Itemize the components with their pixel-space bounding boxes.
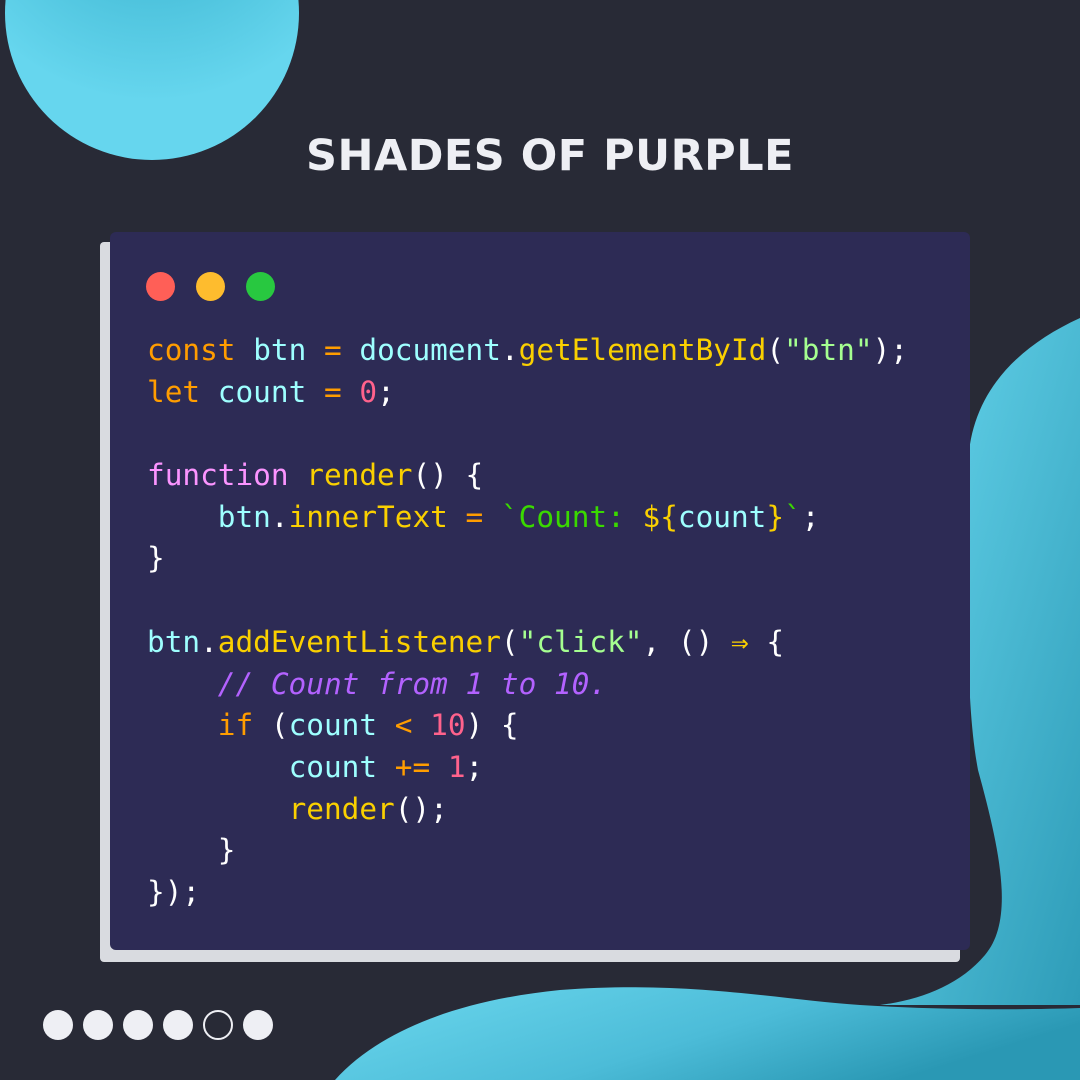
code-token: let	[147, 374, 201, 409]
code-token: ${	[642, 499, 678, 534]
code-token: 0	[359, 374, 378, 409]
code-line: }	[147, 538, 908, 580]
code-token: (	[500, 624, 519, 659]
code-token: );	[872, 333, 908, 367]
code-token: (	[253, 708, 289, 743]
code-line: });	[147, 872, 908, 914]
code-token: 1	[447, 749, 466, 784]
code-line: const btn = document.getElementById("btn…	[147, 330, 908, 372]
code-token: () {	[412, 458, 484, 493]
code-token: const	[147, 333, 236, 367]
page-dot[interactable]	[243, 1010, 273, 1040]
code-token: 10	[430, 708, 466, 743]
code-token: +=	[394, 749, 431, 784]
code-token: count	[217, 374, 307, 409]
code-token: }	[766, 499, 785, 534]
carousel-pagination	[43, 1010, 273, 1040]
code-token: , ()	[642, 624, 731, 659]
code-line: // Count from 1 to 10.	[147, 664, 908, 706]
code-line: btn.innerText = `Count: ${count}`;	[147, 497, 908, 539]
code-line: count += 1;	[147, 747, 908, 789]
code-token: btn	[147, 624, 201, 659]
code-token: count	[677, 499, 767, 534]
code-token: "click"	[518, 624, 643, 659]
code-line: function render() {	[147, 455, 908, 497]
code-token: =	[323, 374, 342, 409]
page-dot[interactable]	[43, 1010, 73, 1040]
code-token: }	[147, 541, 165, 576]
page-dot-active[interactable]	[203, 1010, 233, 1040]
code-token: ⇒	[730, 624, 749, 659]
code-token: document	[359, 333, 501, 367]
code-token: btn	[253, 333, 307, 367]
window-controls	[146, 272, 275, 301]
code-token: render	[288, 791, 395, 826]
code-token: .	[200, 624, 218, 659]
code-token: ;	[801, 499, 820, 534]
code-token: count	[288, 749, 378, 784]
minimize-button[interactable]	[196, 272, 225, 301]
code-block: const btn = document.getElementById("btn…	[147, 330, 908, 914]
code-token: function	[147, 458, 289, 493]
code-token: ;	[377, 374, 395, 409]
page-title: SHADES OF PURPLE	[306, 131, 794, 181]
code-token: `	[784, 499, 802, 534]
code-token: (	[766, 333, 785, 367]
code-token: getElementById	[518, 333, 767, 367]
maximize-button[interactable]	[246, 272, 275, 301]
code-token: count	[288, 708, 378, 743]
code-token: ;	[465, 749, 484, 784]
code-token: .	[500, 333, 519, 367]
code-token: ) {	[465, 708, 519, 743]
code-token: =	[323, 333, 342, 367]
code-line: let count = 0;	[147, 372, 908, 414]
code-line: btn.addEventListener("click", () ⇒ {	[147, 622, 908, 664]
code-token: });	[147, 874, 201, 909]
code-token: btn	[217, 499, 271, 534]
code-token: =	[465, 499, 484, 534]
page-dot[interactable]	[123, 1010, 153, 1040]
page-dot[interactable]	[83, 1010, 113, 1040]
code-line: render();	[147, 789, 908, 831]
close-button[interactable]	[146, 272, 175, 301]
code-token: }	[147, 833, 236, 868]
code-token: <	[394, 708, 413, 743]
code-token: innerText	[288, 499, 448, 534]
code-line: if (count < 10) {	[147, 705, 908, 747]
code-token: .	[270, 499, 289, 534]
code-token: `Count:	[500, 499, 643, 534]
code-token: if	[217, 708, 254, 743]
code-window: const btn = document.getElementById("btn…	[110, 232, 970, 950]
code-line: }	[147, 830, 908, 872]
code-token: {	[748, 624, 785, 659]
code-token: "btn"	[784, 333, 873, 367]
code-token: addEventListener	[217, 624, 501, 659]
code-token: // Count from 1 to 10.	[217, 666, 608, 701]
code-token: ();	[394, 791, 448, 826]
code-token: render	[306, 458, 413, 493]
page-dot[interactable]	[163, 1010, 193, 1040]
